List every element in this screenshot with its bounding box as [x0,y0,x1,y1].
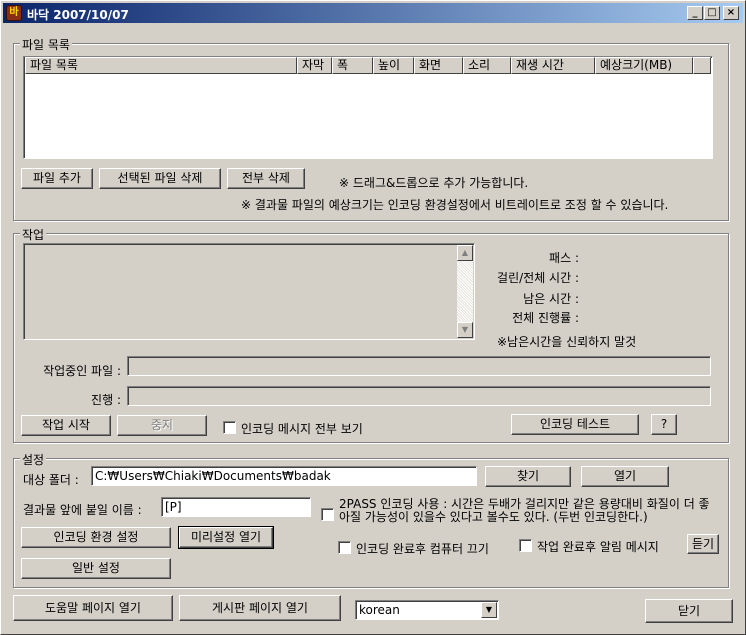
prefix-input[interactable]: [P] [161,497,311,517]
target-folder-label: 대상 폴더 : [23,473,79,487]
notify-after-work-label: 작업 완료후 알림 메시지 [537,540,659,554]
language-select-value: korean [359,603,400,617]
browse-folder-button[interactable]: 찾기 [485,466,571,487]
open-folder-button[interactable]: 열기 [581,466,669,487]
app-icon: 바 [6,5,22,21]
remaining-time-label: 남은 시간 : [523,292,579,306]
delete-selected-files-button[interactable]: 선택된 파일 삭제 [99,168,221,189]
general-settings-button[interactable]: 일반 설정 [21,558,171,579]
listen-sound-button[interactable]: 듣기 [687,534,719,554]
settings-group-label: 설정 [20,451,47,468]
main-window: 바 바닥 2007/10/07 _ □ × 파일 목록 파일 목록 자막 폭 높… [0,0,746,635]
language-select[interactable]: korean ▼ [355,600,499,620]
window-title: 바닥 2007/10/07 [27,8,129,22]
dropdown-arrow-icon[interactable]: ▼ [481,602,497,618]
column-header-video[interactable]: 화면 [414,57,463,74]
column-header-duration[interactable]: 재생 시간 [511,57,595,74]
drag-drop-note: ※ 드래그&드롭으로 추가 가능합니다. [339,176,529,190]
twopass-label: 2PASS 인코딩 사용 : 시간은 두배가 걸리지만 같은 용량대비 화질이 … [339,497,710,524]
elapsed-time-label: 걸린/전체 시간 : [497,271,579,285]
maximize-button[interactable]: □ [704,6,720,20]
open-board-page-button[interactable]: 게시판 페이지 열기 [179,595,341,621]
open-preset-button[interactable]: 미리설정 열기 [178,526,274,549]
file-list-view[interactable]: 파일 목록 자막 폭 높이 화면 소리 재생 시간 예상크기(MB) [23,56,713,159]
encoding-test-button[interactable]: 인코딩 테스트 [511,414,639,435]
column-header-filler [693,57,711,74]
title-bar[interactable]: 바 바닥 2007/10/07 _ □ × [3,3,743,23]
file-list-group-label: 파일 목록 [20,36,72,53]
total-progress-label: 전체 진행률 : [512,311,579,325]
start-work-button[interactable]: 작업 시작 [21,415,111,436]
remaining-time-warning: ※남은시간을 신뢰하지 말것 [497,335,637,349]
current-file-field [127,356,711,376]
pass-label: 패스 : [549,251,579,265]
encoding-settings-button[interactable]: 인코딩 환경 설정 [21,527,171,548]
column-header-width[interactable]: 폭 [332,57,373,74]
column-header-estimated-size[interactable]: 예상크기(MB) [595,57,693,74]
target-folder-input[interactable]: C:₩Users₩Chiaki₩Documents₩badak [91,466,477,486]
progress-bar [127,386,711,406]
shutdown-after-encoding-label: 인코딩 완료후 컴퓨터 끄기 [356,542,489,556]
column-header-subtitle[interactable]: 자막 [297,57,332,74]
open-help-page-button[interactable]: 도움말 페이지 열기 [13,595,173,621]
twopass-checkbox[interactable] [321,508,334,521]
show-all-messages-checkbox[interactable] [223,421,236,434]
stop-work-button[interactable]: 중지 [117,415,207,436]
column-header-filename[interactable]: 파일 목록 [25,57,297,74]
add-file-button[interactable]: 파일 추가 [21,168,93,189]
delete-all-files-button[interactable]: 전부 삭제 [227,168,305,189]
minimize-button[interactable]: _ [687,6,703,20]
close-button[interactable]: 닫기 [645,599,733,623]
show-all-messages-label: 인코딩 메시지 전부 보기 [241,422,363,436]
close-window-button[interactable]: × [723,6,739,20]
current-file-label: 작업중인 파일 : [43,364,121,378]
shutdown-after-encoding-checkbox[interactable] [338,541,351,554]
estimated-size-note: ※ 결과물 파일의 예상크기는 인코딩 환경설정에서 비트레이트로 조정 할 수… [241,198,669,212]
prefix-label: 결과물 앞에 붙일 이름 : [23,503,142,517]
progress-label: 진행 : [91,393,121,407]
encoding-log-textbox[interactable]: ▲ ▼ [23,243,475,340]
notify-after-work-checkbox[interactable] [519,539,532,552]
help-question-button[interactable]: ? [651,414,677,435]
column-header-height[interactable]: 높이 [373,57,414,74]
work-group-label: 작업 [20,226,47,243]
column-header-audio[interactable]: 소리 [463,57,511,74]
